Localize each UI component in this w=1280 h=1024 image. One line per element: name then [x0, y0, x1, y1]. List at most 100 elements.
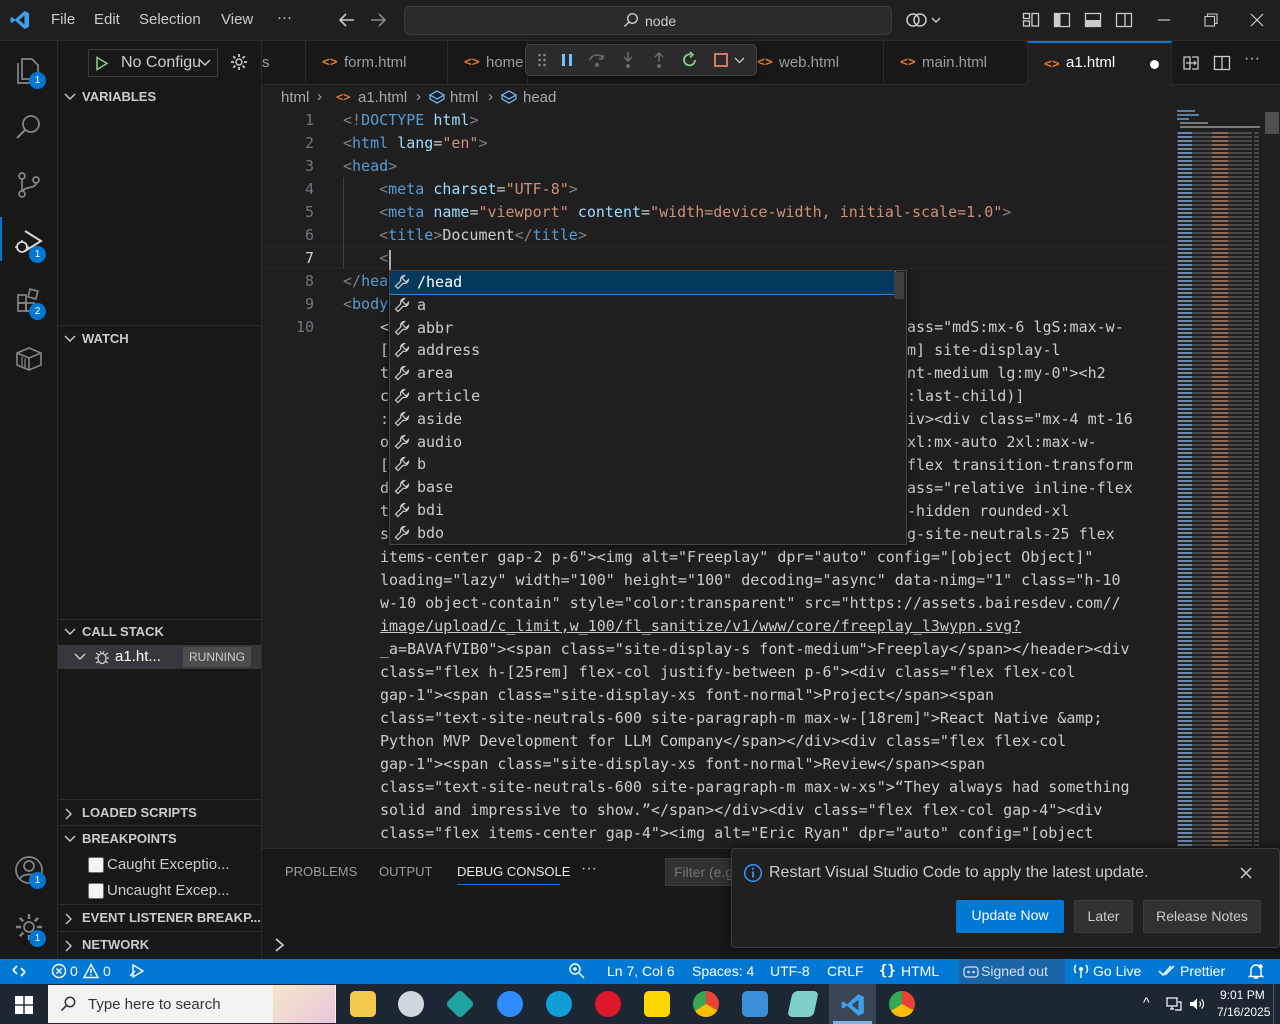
- back-arrow-icon[interactable]: [338, 12, 356, 28]
- prettier-status[interactable]: Prettier: [1180, 963, 1225, 979]
- release-notes-button[interactable]: Release Notes: [1143, 900, 1261, 933]
- search-view-icon[interactable]: [13, 111, 45, 143]
- indentation[interactable]: Spaces: 4: [692, 963, 754, 979]
- customize-layout-icon[interactable]: [1022, 11, 1040, 29]
- app-icon[interactable]: [398, 991, 424, 1017]
- section-network[interactable]: NETWORK: [58, 933, 262, 957]
- debug-settings-gear-icon[interactable]: [230, 53, 248, 71]
- chrome-icon[interactable]: [889, 991, 915, 1017]
- section-watch[interactable]: WATCH: [58, 327, 262, 351]
- breadcrumb-folder[interactable]: html: [281, 89, 309, 106]
- suggestion-item[interactable]: b: [390, 453, 895, 476]
- photos-app-icon[interactable]: [742, 991, 768, 1017]
- tab-web-html[interactable]: <> web.html: [741, 41, 884, 85]
- panel-more-icon[interactable]: ···: [581, 860, 597, 878]
- line-ending[interactable]: CRLF: [827, 963, 864, 979]
- menu-more[interactable]: ···: [277, 9, 292, 26]
- clock-date[interactable]: 7/16/2025: [1217, 1005, 1270, 1019]
- suggestion-item[interactable]: address: [390, 339, 895, 362]
- minimize-icon[interactable]: [1157, 19, 1171, 21]
- close-window-icon[interactable]: [1250, 13, 1264, 27]
- tab-problems[interactable]: PROBLEMS: [285, 864, 357, 879]
- run-config-dropdown[interactable]: No Configu: [88, 49, 218, 77]
- tab-form-html[interactable]: <> form.html: [306, 41, 448, 85]
- section-event-listener-breakpoints[interactable]: EVENT LISTENER BREAKP...: [58, 906, 262, 930]
- sticky-notes-icon[interactable]: [644, 991, 670, 1017]
- compare-changes-icon[interactable]: [1182, 54, 1200, 72]
- show-desktop-button[interactable]: [1273, 984, 1280, 1024]
- restart-icon[interactable]: [681, 51, 699, 69]
- chrome-icon[interactable]: [693, 991, 719, 1017]
- toggle-panel-icon[interactable]: [1084, 11, 1102, 29]
- suggestion-item[interactable]: bdo: [390, 522, 895, 544]
- signed-out-indicator[interactable]: Signed out: [959, 959, 1065, 984]
- vscode-taskbar-active[interactable]: [829, 984, 876, 1024]
- encoding[interactable]: UTF-8: [770, 963, 810, 979]
- section-loaded-scripts[interactable]: LOADED SCRIPTS: [58, 801, 262, 825]
- suggestion-item[interactable]: audio: [390, 431, 895, 454]
- menu-selection[interactable]: Selection: [139, 11, 201, 28]
- remote-indicator[interactable]: [0, 959, 40, 984]
- split-editor-icon[interactable]: [1213, 54, 1231, 72]
- tab-partial[interactable]: s: [262, 41, 306, 85]
- opera-browser-icon[interactable]: [595, 991, 621, 1017]
- warnings-count[interactable]: 0: [103, 963, 111, 979]
- step-over-icon[interactable]: [588, 51, 606, 69]
- drag-handle-icon[interactable]: [537, 52, 547, 68]
- update-now-button[interactable]: Update Now: [956, 900, 1064, 933]
- breadcrumb-html[interactable]: html: [450, 89, 478, 106]
- vertical-scrollbar[interactable]: [1264, 108, 1280, 848]
- suggestion-item[interactable]: article: [390, 385, 895, 408]
- scroll-thumb[interactable]: [1265, 112, 1279, 134]
- taskbar-search-box[interactable]: Type here to search: [48, 985, 336, 1023]
- zoom-icon[interactable]: [568, 962, 586, 980]
- menu-file[interactable]: File: [51, 11, 75, 28]
- uncaught-exceptions-checkbox[interactable]: [88, 883, 104, 899]
- tab-debug-console[interactable]: DEBUG CONSOLE: [457, 864, 570, 879]
- suggestion-item-selected[interactable]: /head: [390, 271, 896, 295]
- step-into-icon[interactable]: [620, 51, 636, 69]
- suggestion-item[interactable]: area: [390, 362, 895, 385]
- start-debugging-icon[interactable]: [95, 56, 109, 71]
- file-explorer-icon[interactable]: [350, 991, 376, 1017]
- tab-output[interactable]: OUTPUT: [379, 864, 432, 879]
- unsaved-dot-icon[interactable]: [1150, 60, 1159, 69]
- breadcrumb-head[interactable]: head: [523, 89, 556, 106]
- language-mode[interactable]: HTML: [901, 963, 939, 979]
- source-control-icon[interactable]: [13, 169, 45, 201]
- restore-icon[interactable]: [1204, 13, 1218, 27]
- forward-arrow-icon[interactable]: [369, 12, 387, 28]
- minimap[interactable]: [1172, 108, 1264, 848]
- suggestion-item[interactable]: a: [390, 294, 895, 317]
- tray-chevron-up-icon[interactable]: ^: [1143, 994, 1150, 1010]
- copilot-icon[interactable]: [906, 10, 942, 30]
- caught-exceptions-checkbox[interactable]: [88, 857, 104, 873]
- step-out-icon[interactable]: [651, 51, 667, 69]
- remote-explorer-icon[interactable]: [13, 343, 45, 375]
- edge-browser-icon[interactable]: [546, 991, 572, 1017]
- suggestion-item[interactable]: abbr: [390, 317, 895, 340]
- network-tray-icon[interactable]: [1166, 997, 1182, 1011]
- menu-edit[interactable]: Edit: [94, 11, 120, 28]
- chevron-down-icon[interactable]: [734, 57, 745, 64]
- section-call-stack[interactable]: CALL STACK: [58, 620, 262, 644]
- call-stack-session[interactable]: a1.ht... RUNNING: [58, 645, 261, 669]
- suggestion-item[interactable]: base: [390, 476, 895, 499]
- later-button[interactable]: Later: [1074, 900, 1133, 933]
- toggle-primary-sidebar-icon[interactable]: [1053, 11, 1071, 29]
- tab-a1-html[interactable]: <> a1.html: [1028, 41, 1172, 85]
- cursor-position[interactable]: Ln 7, Col 6: [607, 963, 675, 979]
- section-breakpoints[interactable]: BREAKPOINTS: [58, 827, 262, 851]
- command-center[interactable]: node: [404, 6, 892, 35]
- menu-view[interactable]: View: [221, 11, 253, 28]
- volume-tray-icon[interactable]: [1189, 997, 1205, 1011]
- section-variables[interactable]: VARIABLES: [58, 85, 262, 109]
- breadcrumb-file[interactable]: a1.html: [358, 89, 407, 106]
- tab-main-html[interactable]: <> main.html: [884, 41, 1028, 85]
- notifications-bell-icon[interactable]: [1248, 963, 1264, 980]
- clock-time[interactable]: 9:01 PM: [1220, 988, 1265, 1002]
- tab-home[interactable]: <> home: [448, 41, 528, 85]
- suggest-scrollbar[interactable]: [894, 272, 904, 299]
- errors-count[interactable]: 0: [70, 963, 78, 979]
- suggestion-item[interactable]: bdi: [390, 499, 895, 522]
